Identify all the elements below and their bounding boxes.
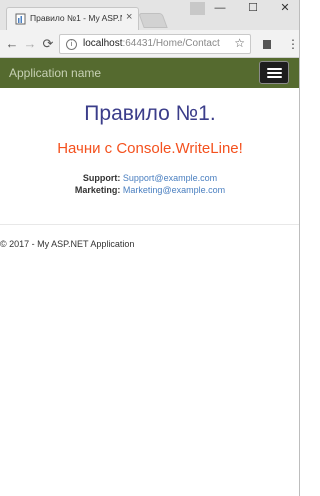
marketing-email-link[interactable]: Marketing@example.com: [123, 185, 225, 195]
star-icon[interactable]: ☆: [234, 36, 245, 50]
maximize-button[interactable]: ☐: [238, 0, 268, 17]
tab-title: Правило №1 - My ASP.N: [30, 13, 122, 23]
page-title: Правило №1.: [84, 102, 216, 125]
minimize-button[interactable]: —: [205, 0, 235, 17]
hamburger-icon[interactable]: [259, 61, 289, 84]
forward-button[interactable]: →: [21, 35, 39, 53]
hamburger-bar: [267, 76, 282, 78]
reload-button[interactable]: ⟳: [39, 35, 57, 53]
menu-icon[interactable]: ⋮: [287, 37, 299, 51]
page-subtitle: Начни с Console.WriteLine!: [57, 140, 243, 157]
support-label: Support:: [82, 173, 121, 183]
window-border: [299, 0, 300, 496]
contact-address: Support: Support@example.com Marketing: …: [0, 172, 300, 196]
browser-tab[interactable]: Правило №1 - My ASP.N ×: [6, 7, 139, 30]
marketing-line: Marketing: Marketing@example.com: [0, 184, 300, 196]
browser-tabstrip: Правило №1 - My ASP.N × — ☐ ✕: [0, 0, 300, 30]
profile-icon[interactable]: [190, 2, 205, 15]
marketing-label: Marketing:: [74, 185, 121, 195]
tab-close-icon[interactable]: ×: [126, 11, 132, 23]
page-favicon-icon: [15, 13, 26, 25]
support-email-link[interactable]: Support@example.com: [123, 173, 217, 183]
url-path: :64431/Home/Contact: [122, 38, 220, 49]
info-icon[interactable]: i: [66, 39, 77, 50]
footer-divider: [0, 224, 300, 225]
close-window-button[interactable]: ✕: [270, 0, 300, 17]
site-navbar: Application name: [0, 58, 300, 88]
new-tab-button[interactable]: [138, 13, 168, 28]
hamburger-bar: [267, 72, 282, 74]
address-bar[interactable]: i localhost:64431/Home/Contact ☆: [59, 34, 251, 54]
browser-toolbar: ← → ⟳ i localhost:64431/Home/Contact ☆ ⋮: [0, 30, 300, 58]
hamburger-bar: [267, 68, 282, 70]
extension-icon[interactable]: [263, 40, 271, 49]
brand-link[interactable]: Application name: [9, 66, 101, 80]
footer-text: © 2017 - My ASP.NET Application: [0, 239, 135, 249]
back-button[interactable]: ←: [3, 35, 21, 53]
url-host: localhost: [83, 38, 123, 49]
url-text[interactable]: localhost:64431/Home/Contact: [83, 38, 220, 49]
support-line: Support: Support@example.com: [0, 172, 300, 184]
